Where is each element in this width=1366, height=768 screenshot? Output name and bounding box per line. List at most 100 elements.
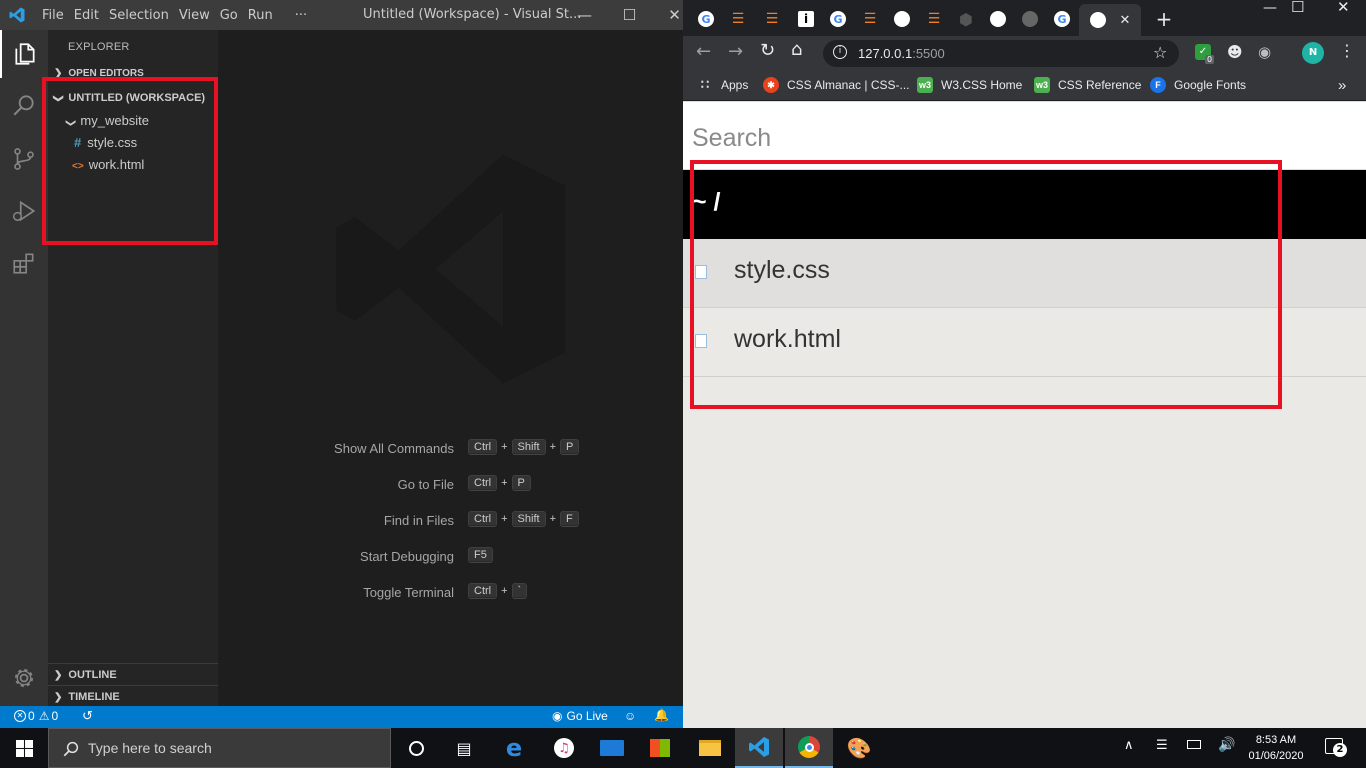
tab-google[interactable]: G (691, 6, 721, 32)
clock[interactable]: 8:53 AM 01/06/2020 (1246, 732, 1306, 764)
taskbar-vscode[interactable] (735, 728, 783, 768)
file-row[interactable]: work.html (683, 308, 1366, 377)
home-icon[interactable]: ⌂ (791, 39, 802, 60)
tab-active[interactable]: ✕ (1079, 4, 1141, 36)
extension-icon[interactable]: ☻ (1227, 43, 1243, 61)
cortana-button[interactable] (392, 728, 440, 768)
tab-google[interactable]: G (823, 6, 853, 32)
workspace-section[interactable]: ❯ UNTITLED (WORKSPACE) (53, 92, 205, 104)
tab-github[interactable] (983, 6, 1013, 32)
feedback-icon[interactable]: ☺ (624, 709, 636, 723)
start-button[interactable] (0, 728, 48, 768)
minimize-icon[interactable]: — (562, 6, 607, 24)
menu-view[interactable]: View (179, 8, 218, 23)
keycap: Ctrl (468, 583, 498, 599)
tab-github[interactable] (887, 6, 917, 32)
maximize-icon[interactable]: ☐ (1291, 0, 1304, 16)
battery-icon[interactable] (1187, 740, 1201, 749)
volume-icon[interactable]: 🔊 (1218, 737, 1235, 753)
chrome-menu-icon[interactable]: ⋮ (1339, 41, 1355, 60)
task-view-button[interactable]: ▤ (440, 728, 488, 768)
shortcut-label: Go to File (397, 477, 454, 492)
problems-indicator[interactable]: ✕ 0 ⚠ 0 (14, 709, 58, 723)
address-bar[interactable]: i 127.0.0.1:5500 ☆ (823, 40, 1179, 67)
tab-info[interactable]: i (791, 6, 821, 32)
bell-icon[interactable]: 🔔 (654, 708, 669, 722)
site-info-icon[interactable]: i (833, 45, 847, 59)
github-extension-icon[interactable]: ◉ (1258, 43, 1271, 61)
folder-my-website[interactable]: ❯ my_website (65, 110, 149, 132)
menu-go[interactable]: Go (220, 8, 246, 23)
taskbar-paint[interactable]: 🎨 (835, 728, 883, 768)
reload-icon[interactable]: ↻ (760, 40, 775, 61)
forward-arrow-icon[interactable]: → (728, 41, 743, 62)
menu-file[interactable]: File (42, 8, 72, 23)
tab-stackoverflow[interactable]: ☰ (723, 6, 753, 32)
taskbar-file-explorer[interactable] (686, 728, 734, 768)
bookmark-label: Apps (721, 78, 749, 92)
manage-activity-button[interactable] (0, 654, 48, 702)
explorer-activity-button[interactable] (0, 30, 48, 78)
tab-google[interactable]: G (1047, 6, 1077, 32)
chrome-icon (798, 736, 820, 758)
tab-globe[interactable] (1015, 6, 1045, 32)
menu-selection[interactable]: Selection (109, 8, 177, 23)
bookmark-css-reference[interactable]: w3 CSS Reference (1034, 71, 1141, 99)
close-icon[interactable]: ✕ (652, 6, 683, 24)
maximize-icon[interactable]: ☐ (607, 6, 652, 24)
minimize-icon[interactable]: — (1263, 0, 1277, 16)
tab-hexagon[interactable]: ⬢ (951, 6, 981, 32)
taskbar-store[interactable] (636, 728, 684, 768)
chevron-up-icon[interactable]: ∧ (1124, 738, 1134, 753)
outline-section[interactable]: ❯ OUTLINE (48, 663, 218, 685)
taskbar-itunes[interactable]: ♫ (540, 728, 588, 768)
keycap: Ctrl (468, 511, 498, 527)
tab-stackoverflow[interactable]: ☰ (919, 6, 949, 32)
taskbar-mail[interactable] (588, 728, 636, 768)
back-arrow-icon[interactable]: ← (696, 41, 711, 62)
run-debug-activity-button[interactable] (0, 187, 48, 235)
shortcut-keys: Ctrl + ` (468, 583, 528, 599)
shortcut-label: Toggle Terminal (363, 585, 454, 600)
store-icon (650, 739, 670, 757)
tab-stackoverflow[interactable]: ☰ (855, 6, 885, 32)
bookmark-apps[interactable]: ∷ Apps (697, 71, 749, 99)
file-style-css[interactable]: # style.css (74, 132, 137, 154)
go-live-button[interactable]: ◉ Go Live (552, 709, 608, 723)
bookmark-css-almanac[interactable]: ✱ CSS Almanac | CSS-... (763, 71, 910, 99)
new-tab-button[interactable]: + (1149, 6, 1179, 32)
bookmarks-overflow-icon[interactable]: » (1338, 71, 1346, 99)
bookmark-google-fonts[interactable]: F Google Fonts (1150, 71, 1246, 99)
source-control-activity-button[interactable] (0, 135, 48, 183)
menu-run[interactable]: Run (248, 8, 281, 23)
search-input[interactable] (692, 120, 1352, 156)
search-placeholder: Type here to search (88, 740, 212, 756)
bookmark-star-icon[interactable]: ☆ (1153, 43, 1167, 62)
chevron-right-icon: ❯ (54, 670, 63, 681)
menu-edit[interactable]: Edit (74, 8, 107, 23)
tab-stackoverflow[interactable]: ☰ (757, 6, 787, 32)
open-editors-section[interactable]: ❯ OPEN EDITORS (54, 68, 144, 79)
file-work-html[interactable]: <> work.html (72, 154, 144, 176)
menu-more[interactable]: ··· (295, 8, 315, 23)
file-row[interactable]: style.css (683, 239, 1366, 308)
file-link[interactable]: work.html (734, 325, 841, 354)
timeline-section[interactable]: ❯ TIMELINE (48, 685, 218, 707)
wifi-icon[interactable]: ☰ (1156, 738, 1168, 753)
extensions-activity-button[interactable] (0, 239, 48, 287)
file-link[interactable]: style.css (734, 256, 830, 285)
file-label: work.html (88, 157, 145, 172)
profile-avatar[interactable]: N (1302, 42, 1324, 64)
google-icon: G (698, 11, 714, 27)
vscode-menu-bar: File Edit Selection View Go Run ··· (42, 0, 317, 30)
vscode-icon (749, 737, 769, 757)
taskbar-edge[interactable]: e (490, 728, 538, 768)
taskbar-chrome[interactable] (785, 728, 833, 768)
bookmark-w3css[interactable]: w3 W3.CSS Home (917, 71, 1022, 99)
taskbar-search-box[interactable]: Type here to search (48, 728, 391, 768)
history-icon[interactable]: ↺ (82, 708, 93, 724)
search-activity-button[interactable] (0, 81, 48, 129)
hexagon-icon: ⬢ (959, 9, 973, 29)
close-icon[interactable]: ✕ (1337, 0, 1350, 16)
tab-close-icon[interactable]: ✕ (1120, 13, 1131, 28)
